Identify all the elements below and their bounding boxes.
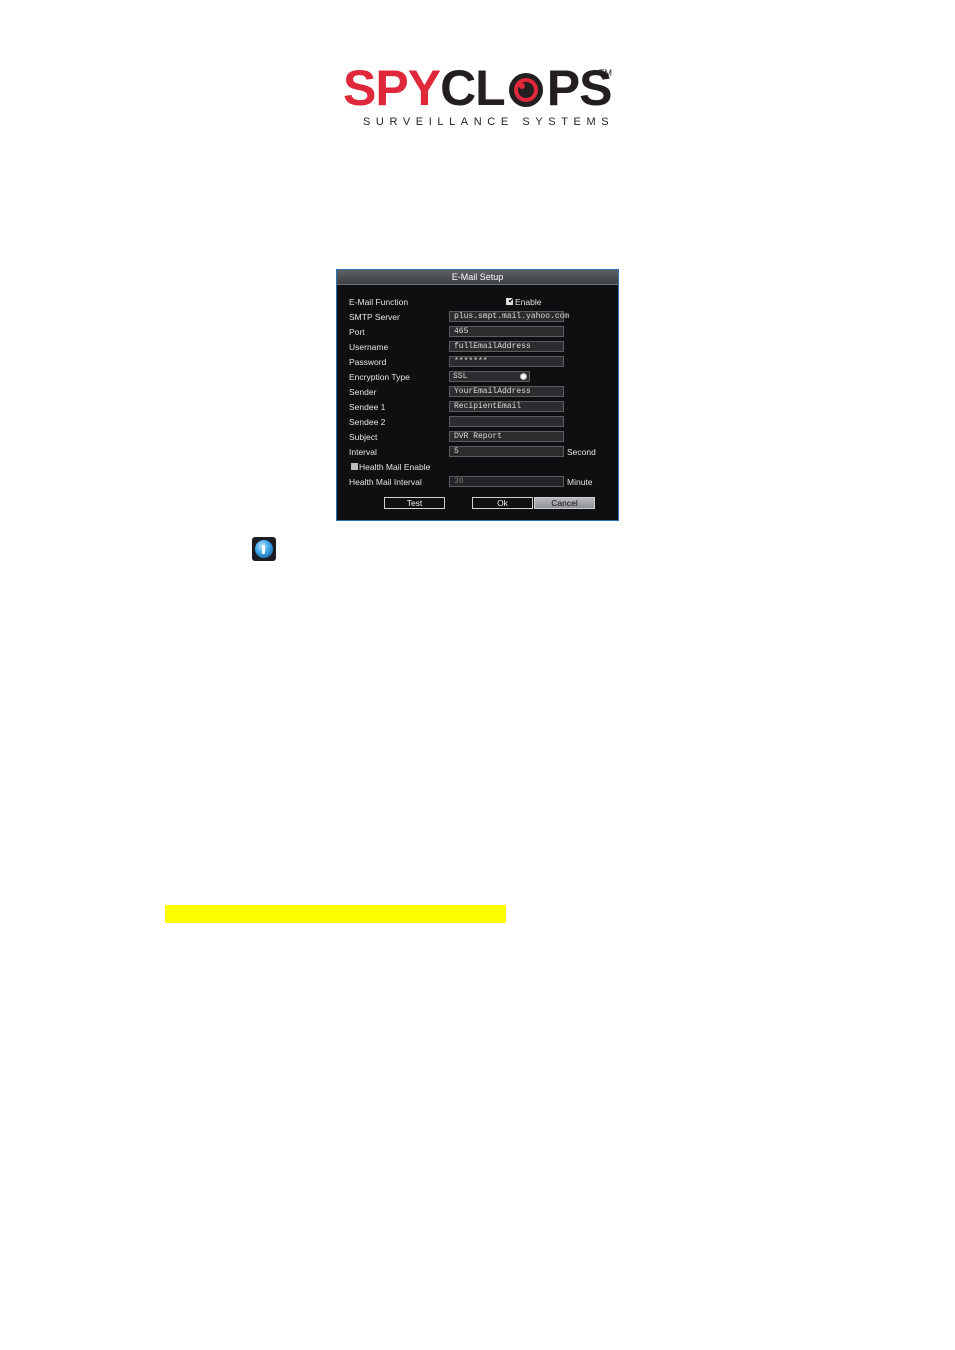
spyclops-logo: SPYCL PS TM SURVEILLANCE SYSTEMS xyxy=(343,58,613,133)
health-mail-enable-checkbox[interactable] xyxy=(351,463,358,470)
check-icon: ✔ xyxy=(508,296,515,305)
health-mail-enable-label: Health Mail Enable xyxy=(359,462,431,472)
email-function-label: E-Mail Function xyxy=(349,297,409,307)
smtp-server-label: SMTP Server xyxy=(349,312,400,322)
encryption-type-label: Encryption Type xyxy=(349,372,410,382)
ok-button[interactable]: Ok xyxy=(472,497,533,509)
interval-unit: Second xyxy=(567,447,596,457)
test-button[interactable]: Test xyxy=(384,497,445,509)
dropdown-icon[interactable] xyxy=(520,373,527,380)
port-field[interactable]: 465 xyxy=(449,326,564,337)
trademark: TM xyxy=(599,68,612,78)
password-field[interactable]: ******* xyxy=(449,356,564,367)
logo-tagline: SURVEILLANCE SYSTEMS xyxy=(363,116,615,128)
username-label: Username xyxy=(349,342,389,352)
health-mail-interval-unit: Minute xyxy=(567,477,593,487)
eye-icon xyxy=(506,62,546,107)
smtp-server-field[interactable]: plus.smpt.mail.yahoo.com xyxy=(449,311,569,322)
port-label: Port xyxy=(349,327,365,337)
sendee2-field[interactable] xyxy=(449,416,564,427)
info-icon xyxy=(252,537,276,561)
health-mail-interval-label: Health Mail Interval xyxy=(349,477,422,487)
sendee1-label: Sendee 1 xyxy=(349,402,386,412)
sender-label: Sender xyxy=(349,387,377,397)
dialog-title: E-Mail Setup xyxy=(337,270,618,285)
enable-checkbox[interactable]: ✔ xyxy=(506,296,515,305)
cancel-button[interactable]: Cancel xyxy=(534,497,595,509)
interval-field[interactable]: 5 xyxy=(449,446,564,457)
health-mail-interval-field[interactable]: 30 xyxy=(449,476,564,487)
sendee1-field[interactable]: RecipientEmail xyxy=(449,401,564,412)
yellow-highlight-bar xyxy=(165,905,506,923)
sendee2-label: Sendee 2 xyxy=(349,417,386,427)
email-setup-dialog: E-Mail Setup E-Mail Function ✔ Enable SM… xyxy=(336,269,619,521)
interval-label: Interval xyxy=(349,447,377,457)
subject-field[interactable]: DVR Report xyxy=(449,431,564,442)
encryption-type-value: SSL xyxy=(453,372,468,381)
info-icon-mark xyxy=(262,545,265,554)
subject-label: Subject xyxy=(349,432,378,442)
encryption-type-select[interactable]: SSL xyxy=(449,371,530,382)
sender-field[interactable]: YourEmailAddress xyxy=(449,386,564,397)
password-label: Password xyxy=(349,357,387,367)
logo-wordmark: SPYCL PS xyxy=(343,60,612,116)
enable-label: Enable xyxy=(515,297,542,307)
username-field[interactable]: fullEmailAddress xyxy=(449,341,564,352)
